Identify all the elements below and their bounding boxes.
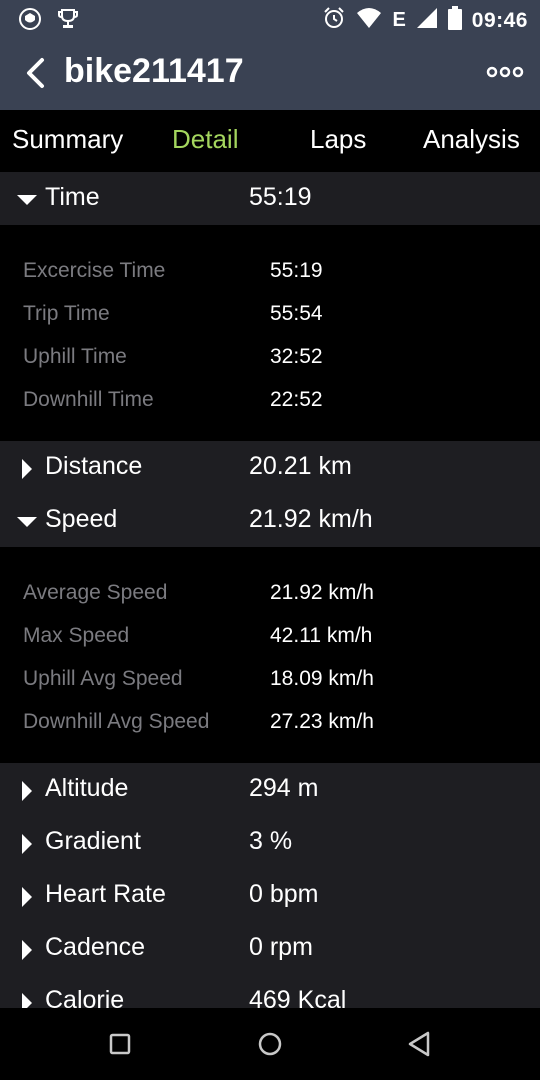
detail-label: Trip Time <box>23 302 110 325</box>
section-value: 3 % <box>249 827 293 855</box>
tab-analysis[interactable]: Analysis <box>423 124 520 155</box>
caret-right-icon <box>16 780 38 802</box>
recents-button[interactable] <box>104 1028 136 1060</box>
tab-detail[interactable]: Detail <box>172 124 238 155</box>
section-label: Gradient <box>45 827 141 855</box>
trophy-icon <box>56 7 80 36</box>
section-label: Calorie <box>45 986 125 1008</box>
detail-value: 21.92 km/h <box>270 581 374 604</box>
section-time-header[interactable]: Time 55:19 <box>0 172 540 225</box>
tab-bar: Summary Detail Laps Analysis <box>0 110 540 172</box>
detail-label: Excercise Time <box>23 259 166 282</box>
detail-row: Downhill Time 22:52 <box>0 379 540 422</box>
section-distance-header[interactable]: Distance 20.21 km <box>0 441 540 494</box>
caret-right-icon <box>16 458 38 480</box>
system-nav-bar <box>0 1008 540 1080</box>
detail-label: Uphill Time <box>23 345 127 368</box>
section-gradient-header[interactable]: Gradient 3 % <box>0 816 540 869</box>
status-bar: E 09:46 <box>0 0 540 38</box>
detail-label: Uphill Avg Speed <box>23 667 183 690</box>
tab-summary[interactable]: Summary <box>12 124 123 155</box>
detail-value: 55:19 <box>270 259 323 282</box>
nav-back-button[interactable] <box>404 1028 436 1060</box>
section-value: 0 bpm <box>249 880 319 908</box>
section-value: 20.21 km <box>249 452 352 480</box>
section-value: 469 Kcal <box>249 986 347 1008</box>
section-label: Time <box>45 183 100 211</box>
detail-row: Downhill Avg Speed 27.23 km/h <box>0 701 540 744</box>
detail-row: Average Speed 21.92 km/h <box>0 572 540 615</box>
section-value: 55:19 <box>249 183 312 211</box>
caret-right-icon <box>16 833 38 855</box>
detail-value: 55:54 <box>270 302 323 325</box>
wifi-icon <box>356 7 382 34</box>
more-dots-icon <box>486 66 524 88</box>
page-title: bike211417 <box>64 52 244 90</box>
signal-icon <box>416 7 438 34</box>
battery-icon <box>447 6 462 35</box>
section-value: 21.92 km/h <box>249 505 373 533</box>
detail-label: Average Speed <box>23 581 168 604</box>
section-value: 0 rpm <box>249 933 313 961</box>
tab-laps[interactable]: Laps <box>310 124 366 155</box>
recents-square-icon <box>104 1033 136 1064</box>
screen: E 09:46 bike211417 Summary Detail Laps A… <box>0 0 540 1080</box>
section-label: Distance <box>45 452 143 480</box>
detail-list: Time 55:19 Excercise Time 55:19 Trip Tim… <box>0 172 540 1008</box>
section-speed-header[interactable]: Speed 21.92 km/h <box>0 494 540 547</box>
section-cadence-header[interactable]: Cadence 0 rpm <box>0 922 540 975</box>
detail-value: 27.23 km/h <box>270 710 374 733</box>
status-time: 09:46 <box>471 8 528 32</box>
detail-label: Downhill Time <box>23 388 154 411</box>
detail-value: 42.11 km/h <box>270 624 373 647</box>
home-button[interactable] <box>254 1028 286 1060</box>
network-type: E <box>392 9 406 31</box>
section-altitude-header[interactable]: Altitude 294 m <box>0 763 540 816</box>
detail-row: Max Speed 42.11 km/h <box>0 615 540 658</box>
section-label: Heart Rate <box>45 880 166 908</box>
section-value: 294 m <box>249 774 319 802</box>
detail-row: Trip Time 55:54 <box>0 293 540 336</box>
section-label: Cadence <box>45 933 146 961</box>
detail-row: Excercise Time 55:19 <box>0 250 540 293</box>
back-button[interactable] <box>18 54 58 94</box>
chevron-left-icon <box>18 58 58 98</box>
detail-label: Downhill Avg Speed <box>23 710 210 733</box>
caret-down-icon <box>16 511 38 533</box>
detail-value: 32:52 <box>270 345 323 368</box>
app-bar: bike211417 <box>0 38 540 110</box>
caret-right-icon <box>16 886 38 908</box>
detail-value: 18.09 km/h <box>270 667 374 690</box>
alarm-icon <box>322 6 346 35</box>
back-triangle-icon <box>404 1031 436 1064</box>
section-calorie-header[interactable]: Calorie 469 Kcal <box>0 975 540 1008</box>
section-time-details: Excercise Time 55:19 Trip Time 55:54 Uph… <box>0 225 540 441</box>
caret-down-icon <box>16 189 38 211</box>
caret-right-icon <box>16 992 38 1008</box>
detail-label: Max Speed <box>23 624 130 647</box>
shield-app-icon <box>18 7 42 36</box>
detail-row: Uphill Time 32:52 <box>0 336 540 379</box>
section-label: Speed <box>45 505 118 533</box>
section-speed-details: Average Speed 21.92 km/h Max Speed 42.11… <box>0 547 540 763</box>
section-heart-rate-header[interactable]: Heart Rate 0 bpm <box>0 869 540 922</box>
detail-row: Uphill Avg Speed 18.09 km/h <box>0 658 540 701</box>
more-options-button[interactable] <box>486 60 524 84</box>
section-label: Altitude <box>45 774 129 802</box>
caret-right-icon <box>16 939 38 961</box>
home-circle-icon <box>254 1032 286 1064</box>
detail-value: 22:52 <box>270 388 323 411</box>
